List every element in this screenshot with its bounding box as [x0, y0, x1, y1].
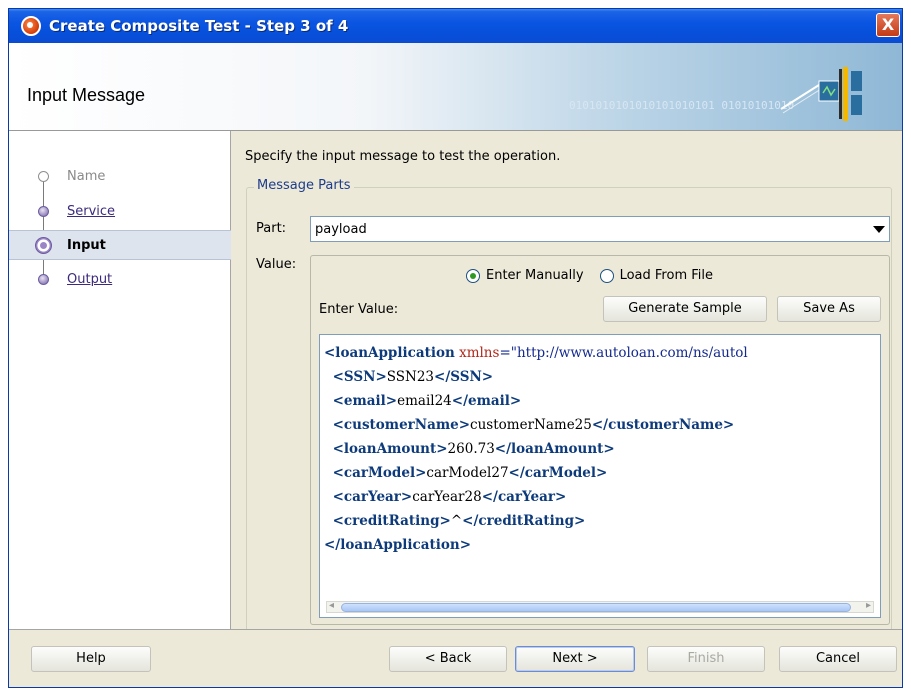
group-title: Message Parts: [254, 178, 354, 193]
xml-close-tag: </carModel>: [508, 465, 608, 481]
xml-code: <loanApplication xmlns="http://www.autol…: [324, 341, 748, 557]
xml-line: <carModel>carModel27</carModel>: [324, 461, 748, 485]
xml-attr-value: ="http://www.autoloan.com/ns/autol: [499, 345, 748, 361]
xml-line: <loanAmount>260.73</loanAmount>: [324, 437, 748, 461]
scroll-left-icon[interactable]: ◂: [329, 600, 334, 611]
xml-field-value: 260.73: [447, 441, 495, 457]
xml-open-tag: <email>: [332, 393, 398, 409]
title-bar[interactable]: Create Composite Test - Step 3 of 4 X: [9, 9, 902, 43]
part-select-value: payload: [315, 221, 367, 237]
value-panel: Enter Manually Load From File Enter Valu…: [310, 255, 890, 625]
nav-item-label: Name: [67, 168, 106, 184]
nav-item-name[interactable]: Name: [9, 161, 231, 191]
xml-line: <SSN>SSN23</SSN>: [324, 365, 748, 389]
finish-button: Finish: [647, 646, 765, 672]
back-button[interactable]: < Back: [389, 646, 507, 672]
xml-close-tag: </email>: [451, 393, 522, 409]
scrollbar-thumb[interactable]: [341, 603, 851, 612]
xml-value-editor[interactable]: <loanApplication xmlns="http://www.autol…: [319, 334, 881, 618]
nav-item-label[interactable]: Service: [67, 204, 115, 219]
help-button[interactable]: Help: [31, 646, 151, 672]
part-select[interactable]: payload: [310, 216, 890, 242]
xml-open-tag: <creditRating>: [332, 513, 451, 529]
nav-item-input[interactable]: Input: [9, 230, 231, 260]
next-button-label: Next >: [552, 651, 598, 666]
xml-line: </loanApplication>: [324, 533, 748, 557]
xml-open-tag: <loanAmount>: [332, 441, 448, 457]
radio-load-from-file[interactable]: [599, 268, 614, 283]
enter-value-label: Enter Value:: [319, 302, 399, 317]
nav-item-label[interactable]: Output: [67, 272, 112, 287]
close-button[interactable]: X: [876, 13, 900, 37]
xml-open-tag: <carYear>: [332, 489, 413, 505]
radio-enter-manually-label[interactable]: Enter Manually: [486, 268, 584, 283]
xml-field-value: email24: [397, 393, 452, 409]
xml-line: <loanApplication xmlns="http://www.autol…: [324, 341, 748, 365]
banner-binary-decoration: 0101010101010101010101 01010101010: [569, 99, 795, 112]
dialog-window: Create Composite Test - Step 3 of 4 X In…: [8, 8, 903, 688]
xml-field-value: carModel27: [426, 465, 509, 481]
input-mode-radios: Enter Manually Load From File: [466, 268, 713, 283]
next-button[interactable]: Next >: [515, 646, 635, 672]
xml-close-tag: </loanAmount>: [494, 441, 615, 457]
chevron-down-icon[interactable]: [873, 226, 885, 233]
finish-button-label: Finish: [687, 651, 725, 666]
part-label: Part:: [256, 221, 287, 236]
value-label: Value:: [256, 257, 297, 272]
radio-enter-manually[interactable]: [466, 268, 480, 283]
back-button-label: < Back: [424, 651, 472, 666]
xml-field-value: ^: [450, 513, 463, 529]
radio-load-from-file-label[interactable]: Load From File: [620, 268, 713, 283]
nav-item-label: Input: [67, 237, 106, 253]
header-banner: Input Message 0101010101010101010101 010…: [9, 43, 902, 131]
generate-sample-button[interactable]: Generate Sample: [603, 296, 767, 322]
horizontal-scrollbar[interactable]: ◂ ▸: [326, 600, 874, 613]
cancel-button-label: Cancel: [815, 651, 861, 666]
cancel-button[interactable]: Cancel: [779, 646, 897, 672]
xml-open-tag: <carModel>: [332, 465, 427, 481]
step-dot-icon: [38, 273, 49, 285]
xml-line: <carYear>carYear28</carYear>: [324, 485, 748, 509]
xml-close-tag: </carYear>: [481, 489, 567, 505]
nav-item-output[interactable]: Output: [9, 264, 231, 294]
step-dot-icon: [38, 205, 49, 217]
xml-line: <email>email24</email>: [324, 389, 748, 413]
xml-field-value: customerName25: [470, 417, 592, 433]
scroll-right-icon[interactable]: ▸: [866, 600, 871, 611]
xml-attr-name: xmlns: [459, 345, 500, 361]
xml-close-tag: </creditRating>: [462, 513, 586, 529]
wizard-step-nav: Name Service Input Output: [9, 131, 231, 629]
main-panel: Specify the input message to test the op…: [232, 131, 902, 637]
xml-open-tag: <SSN>: [332, 369, 387, 385]
instruction-text: Specify the input message to test the op…: [245, 149, 561, 164]
xml-close-tag: </customerName>: [591, 417, 735, 433]
current-step-icon: [35, 236, 52, 254]
help-button-label: Help: [76, 651, 106, 666]
xml-close-tag: </SSN>: [434, 369, 494, 385]
xml-open-tag: <customerName>: [332, 417, 471, 433]
page-title: Input Message: [27, 85, 146, 105]
app-logo-icon: [21, 16, 41, 36]
xml-line: <creditRating>^</creditRating>: [324, 509, 748, 533]
button-bar: Help < Back Next > Finish Cancel: [9, 629, 902, 687]
xml-root-close-tag: </loanApplication>: [324, 537, 472, 553]
save-as-button[interactable]: Save As: [777, 296, 881, 322]
xml-field-value: SSN23: [386, 369, 435, 385]
window-title: Create Composite Test - Step 3 of 4: [49, 17, 349, 35]
nav-item-service[interactable]: Service: [9, 196, 231, 226]
soa-composite-icon: [780, 67, 862, 121]
xml-line: <customerName>customerName25</customerNa…: [324, 413, 748, 437]
xml-root-open-tag: <loanApplication: [324, 345, 455, 361]
xml-field-value: carYear28: [412, 489, 482, 505]
step-dot-icon: [38, 170, 49, 182]
